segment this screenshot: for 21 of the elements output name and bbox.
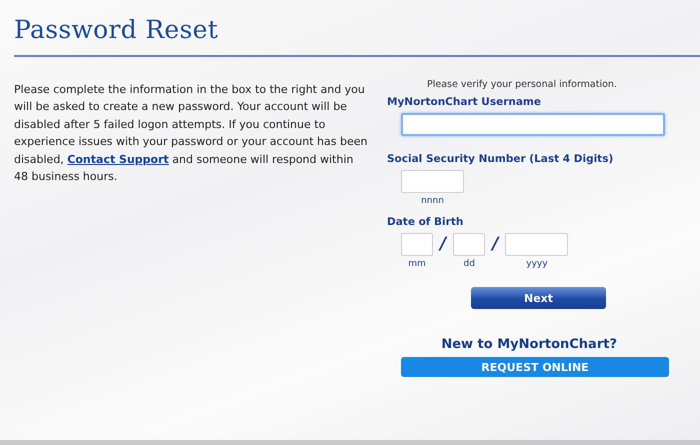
date-separator: / bbox=[440, 233, 446, 256]
page-title: Password Reset bbox=[13, 14, 220, 46]
contact-support-link[interactable]: Contact Support bbox=[67, 152, 169, 166]
birth-date-label: Date of Birth bbox=[387, 216, 464, 228]
date-part-field[interactable] bbox=[453, 233, 486, 256]
ssn-field[interactable] bbox=[401, 170, 464, 193]
date-part-hint: dd bbox=[464, 259, 475, 269]
username-field[interactable] bbox=[401, 113, 665, 136]
date-separator: / bbox=[492, 233, 498, 256]
request-online-button[interactable]: REQUEST ONLINE bbox=[401, 357, 669, 377]
date-part-hint: mm bbox=[408, 259, 426, 269]
next-button[interactable]: Next bbox=[471, 287, 606, 309]
ssn-hint: nnnn bbox=[421, 196, 444, 206]
verify-prompt: Please verify your personal information. bbox=[426, 79, 618, 90]
date-part-field[interactable] bbox=[401, 233, 433, 256]
instructions-text: Please complete the information in the box to the right and you will be asked to create a new password. Your account will be disabled after 5 failed logon attempts. If you continue to experience issues with your password or your account has been disabled, Contact Support and someone will respond within 48 business hours. bbox=[14, 82, 368, 186]
date-part-hint: yyyy bbox=[526, 259, 548, 269]
ssn-label: Social Security Number (Last 4 Digits) bbox=[387, 153, 614, 165]
date-part-field[interactable] bbox=[505, 233, 568, 256]
signup-heading: New to MyNortonChart? bbox=[440, 337, 618, 352]
username-label: MyNortonChart Username bbox=[387, 96, 542, 108]
